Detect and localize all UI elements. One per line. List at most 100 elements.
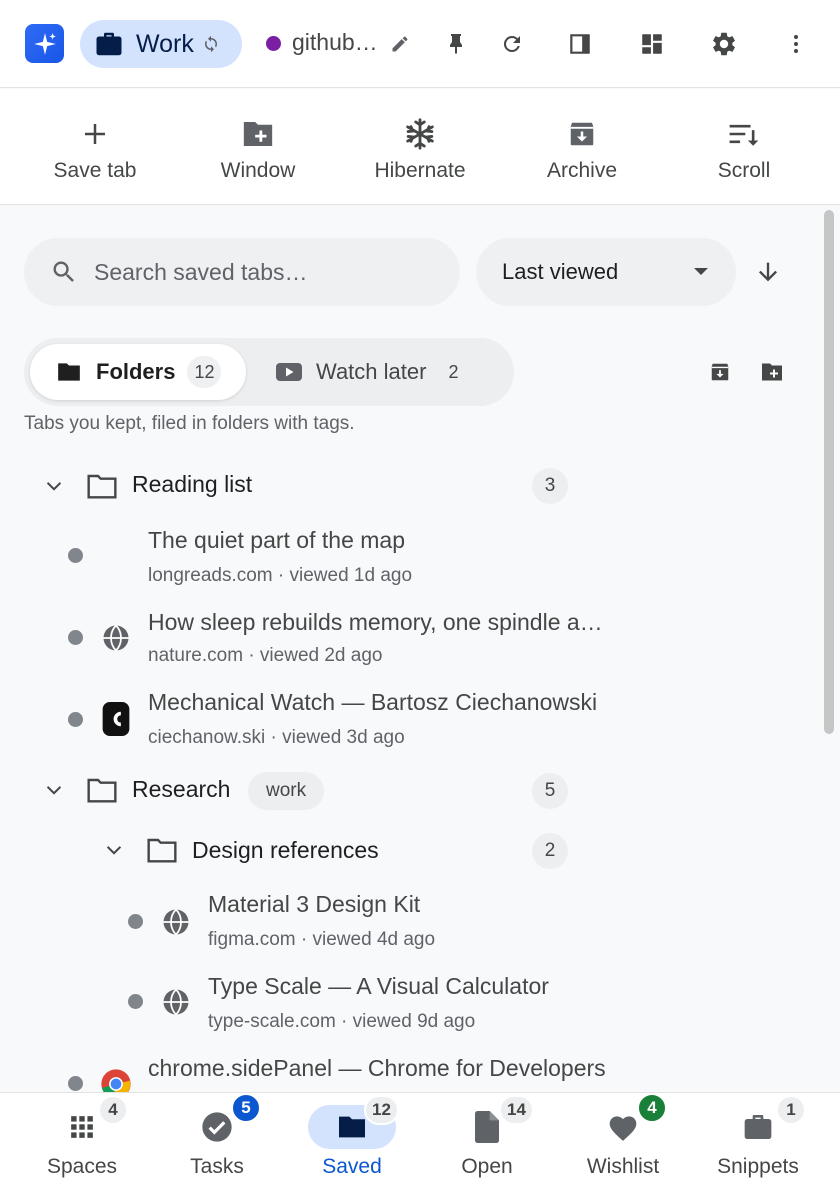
site-color-dot bbox=[266, 36, 281, 51]
tab-folders-label: Folders bbox=[96, 359, 176, 384]
snowflake-icon bbox=[403, 115, 437, 153]
folder-icon bbox=[86, 776, 118, 804]
chevron-down-icon bbox=[43, 779, 65, 801]
saved-tab-meta: figma.com · viewed 4d ago bbox=[208, 929, 436, 950]
edit-button[interactable] bbox=[380, 24, 420, 64]
space-selector[interactable]: Work bbox=[80, 20, 242, 68]
settings-button[interactable] bbox=[704, 24, 744, 64]
nav-badge: 4 bbox=[98, 1095, 128, 1125]
tab-folders[interactable]: Folders 12 bbox=[30, 344, 246, 400]
more-button[interactable] bbox=[776, 24, 816, 64]
folder-count: 5 bbox=[532, 773, 568, 809]
saved-tab-title[interactable]: chrome.sidePanel — Chrome for Developers bbox=[148, 1055, 606, 1082]
dashboard-button[interactable] bbox=[632, 24, 672, 64]
window-label: Window bbox=[220, 159, 296, 182]
tab-status-dot bbox=[68, 712, 83, 727]
tab-status-dot bbox=[68, 548, 83, 563]
saved-tab-meta: type-scale.com · viewed 9d ago bbox=[208, 1011, 476, 1032]
search-placeholder: Search saved tabs… bbox=[94, 258, 308, 285]
collapse-toggle[interactable] bbox=[42, 778, 66, 802]
archive-folders-button[interactable] bbox=[704, 356, 736, 388]
folder-plus-icon bbox=[760, 361, 784, 383]
saved-tab-title[interactable]: Type Scale — A Visual Calculator bbox=[208, 973, 549, 1000]
arrow-down-icon bbox=[754, 258, 782, 286]
folder-tag-chip[interactable]: work bbox=[248, 772, 325, 810]
watch-count-badge: 2 bbox=[448, 361, 459, 382]
subfolder-name[interactable]: Design references bbox=[192, 837, 379, 864]
saved-tab-title[interactable]: The quiet part of the map bbox=[148, 527, 405, 554]
hibernate-label: Hibernate bbox=[374, 159, 466, 182]
sort-select[interactable]: Last viewed bbox=[476, 238, 736, 306]
search-input[interactable]: Search saved tabs… bbox=[24, 238, 460, 306]
pencil-icon bbox=[390, 34, 410, 54]
sparkle-icon[interactable] bbox=[25, 24, 64, 63]
folder-icon bbox=[86, 472, 118, 500]
side-panel-button[interactable] bbox=[560, 24, 600, 64]
nav-open[interactable]: 14 Open bbox=[419, 1093, 555, 1200]
globe-icon bbox=[160, 906, 192, 938]
search-icon bbox=[50, 258, 78, 286]
globe-icon bbox=[100, 622, 132, 654]
pin-button[interactable] bbox=[436, 24, 476, 64]
more-vert-icon bbox=[784, 32, 808, 56]
saved-tab-meta: longreads.com · viewed 1d ago bbox=[148, 565, 413, 586]
scroll-label: Scroll bbox=[717, 159, 771, 182]
plus-icon bbox=[80, 115, 110, 153]
nav-badge: 4 bbox=[637, 1093, 667, 1123]
nav-label: Tasks bbox=[190, 1155, 244, 1178]
bottom-navigation: 4 Spaces 5 Tasks 12 Saved 14 Open 4 Wish… bbox=[0, 1092, 840, 1200]
site-favicon bbox=[100, 702, 132, 736]
scroll-button[interactable]: Scroll bbox=[664, 89, 824, 205]
new-folder-button[interactable] bbox=[756, 356, 788, 388]
folder-count: 3 bbox=[532, 468, 568, 504]
refresh-icon bbox=[500, 32, 524, 56]
nav-badge: 14 bbox=[499, 1095, 534, 1125]
collapse-toggle[interactable] bbox=[42, 474, 66, 498]
nav-spaces[interactable]: 4 Spaces bbox=[14, 1093, 150, 1200]
scrollbar[interactable] bbox=[824, 210, 834, 734]
reload-button[interactable] bbox=[492, 24, 532, 64]
briefcase-icon bbox=[94, 30, 124, 58]
sort-value: Last viewed bbox=[502, 259, 619, 284]
top-bar: Work github… bbox=[0, 0, 840, 88]
pin-icon bbox=[444, 32, 468, 56]
archive-button[interactable]: Archive bbox=[502, 89, 662, 205]
save-tab-button[interactable]: Save tab bbox=[15, 89, 175, 205]
collapse-toggle[interactable] bbox=[102, 838, 126, 862]
nav-snippets[interactable]: 1 Snippets bbox=[690, 1093, 826, 1200]
nav-wishlist[interactable]: 4 Wishlist bbox=[555, 1093, 691, 1200]
nav-tasks[interactable]: 5 Tasks bbox=[149, 1093, 285, 1200]
folder-plus-icon bbox=[241, 115, 275, 153]
folder-name[interactable]: Reading list bbox=[132, 471, 252, 498]
action-toolbar: Save tab Window Hibernate Archive Scroll bbox=[0, 89, 840, 205]
tab-watch-label: Watch later bbox=[316, 359, 427, 384]
space-name: Work bbox=[136, 29, 194, 58]
nav-label: Saved bbox=[322, 1155, 382, 1178]
folder-name[interactable]: Research bbox=[132, 776, 230, 803]
gear-icon bbox=[710, 30, 738, 58]
view-tabs: Folders 12 Watch later 2 bbox=[24, 338, 514, 406]
video-icon bbox=[276, 362, 302, 382]
nav-label: Spaces bbox=[46, 1155, 118, 1178]
current-url[interactable]: github… bbox=[292, 29, 378, 56]
saved-tab-title[interactable]: How sleep rebuilds memory, one spindle a… bbox=[148, 609, 603, 636]
tab-watch-later[interactable]: Watch later 2 bbox=[276, 344, 458, 400]
folders-count-badge: 12 bbox=[187, 356, 222, 388]
hibernate-button[interactable]: Hibernate bbox=[340, 89, 500, 205]
nav-badge: 12 bbox=[364, 1095, 399, 1125]
sort-direction-button[interactable] bbox=[748, 252, 788, 292]
archive-label: Archive bbox=[546, 159, 618, 182]
tab-description: Tabs you kept, filed in folders with tag… bbox=[24, 413, 355, 434]
nav-badge: 5 bbox=[231, 1093, 261, 1123]
nav-saved[interactable]: 12 Saved bbox=[284, 1093, 420, 1200]
sort-icon bbox=[727, 115, 761, 153]
saved-tab-title[interactable]: Mechanical Watch — Bartosz Ciechanowski bbox=[148, 689, 597, 716]
window-button[interactable]: Window bbox=[178, 89, 338, 205]
chevron-down-icon bbox=[103, 839, 125, 861]
chevron-down-icon bbox=[43, 475, 65, 497]
saved-tab-title[interactable]: Material 3 Design Kit bbox=[208, 891, 420, 918]
sync-icon bbox=[202, 35, 220, 53]
saved-tab-meta: ciechanow.ski · viewed 3d ago bbox=[148, 727, 405, 748]
nav-label: Open bbox=[461, 1155, 513, 1178]
archive-icon bbox=[567, 115, 597, 153]
